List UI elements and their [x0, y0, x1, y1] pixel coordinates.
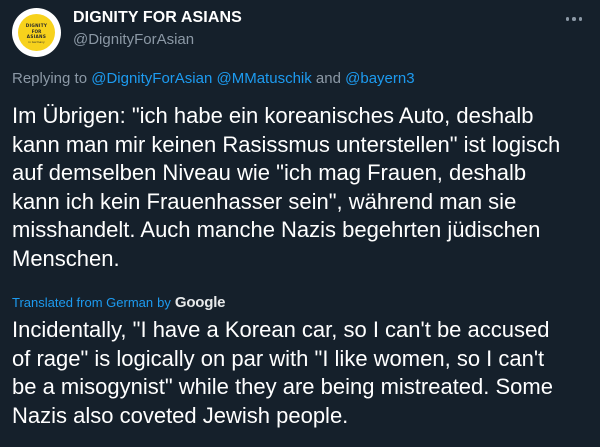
tweet-translation-text: Incidentally, "I have a Korean car, so I… — [12, 316, 596, 430]
mention-link[interactable]: @DignityForAsian — [91, 70, 212, 87]
mention-link[interactable]: @MMatuschik — [217, 70, 312, 87]
translated-by: by — [157, 295, 171, 310]
text-line: kann man mir keinen Rasissmus unterstell… — [12, 131, 561, 157]
tweet-original-text: Im Übrigen: "ich habe ein koreanisches A… — [12, 102, 594, 273]
translated-from-label[interactable]: Translated from German by Google — [12, 294, 226, 311]
user-handle[interactable]: @DignityForAsian — [73, 31, 194, 48]
more-dot — [572, 17, 576, 21]
more-dot — [578, 17, 583, 21]
avatar-text: in Germany — [28, 40, 45, 44]
google-logo-icon: Google — [174, 294, 226, 311]
text-line: be a misogynist" while they are being mi… — [12, 374, 553, 399]
text-line: Nazis also coveted Jewish people. — [12, 402, 349, 428]
more-options-icon[interactable] — [562, 10, 586, 28]
tweet: DIGNITY FOR ASIANS in Germany DIGNITY FO… — [0, 0, 600, 447]
avatar-text: ASIANS — [26, 34, 47, 39]
text-line: of rage" is logically on par with "I lik… — [12, 345, 545, 371]
text-line: misshandelt. Auch manche Nazis begehrten… — [12, 217, 541, 242]
text-line: auf demselben Niveau wie "ich mag Frauen… — [12, 160, 527, 185]
display-name[interactable]: DIGNITY FOR ASIANS — [73, 9, 242, 27]
text-line: Incidentally, "I have a Korean car, so I… — [12, 317, 550, 342]
text-line: Menschen. — [12, 245, 120, 271]
text-line: Im Übrigen: "ich habe ein koreanisches A… — [12, 103, 534, 128]
more-dot — [565, 17, 570, 21]
mention-link[interactable]: @bayern3 — [345, 70, 414, 87]
reply-prefix: Replying to — [12, 70, 88, 87]
avatar-text: DIGNITY — [25, 23, 48, 28]
text-line: kann ich kein Frauenhasser sein", währen… — [12, 188, 517, 214]
translated-label: Translated from German — [12, 295, 154, 310]
avatar[interactable]: DIGNITY FOR ASIANS in Germany — [12, 8, 61, 57]
reply-conjunction: and — [315, 70, 341, 87]
reply-context: Replying to @DignityForAsian @MMatuschik… — [12, 70, 415, 87]
